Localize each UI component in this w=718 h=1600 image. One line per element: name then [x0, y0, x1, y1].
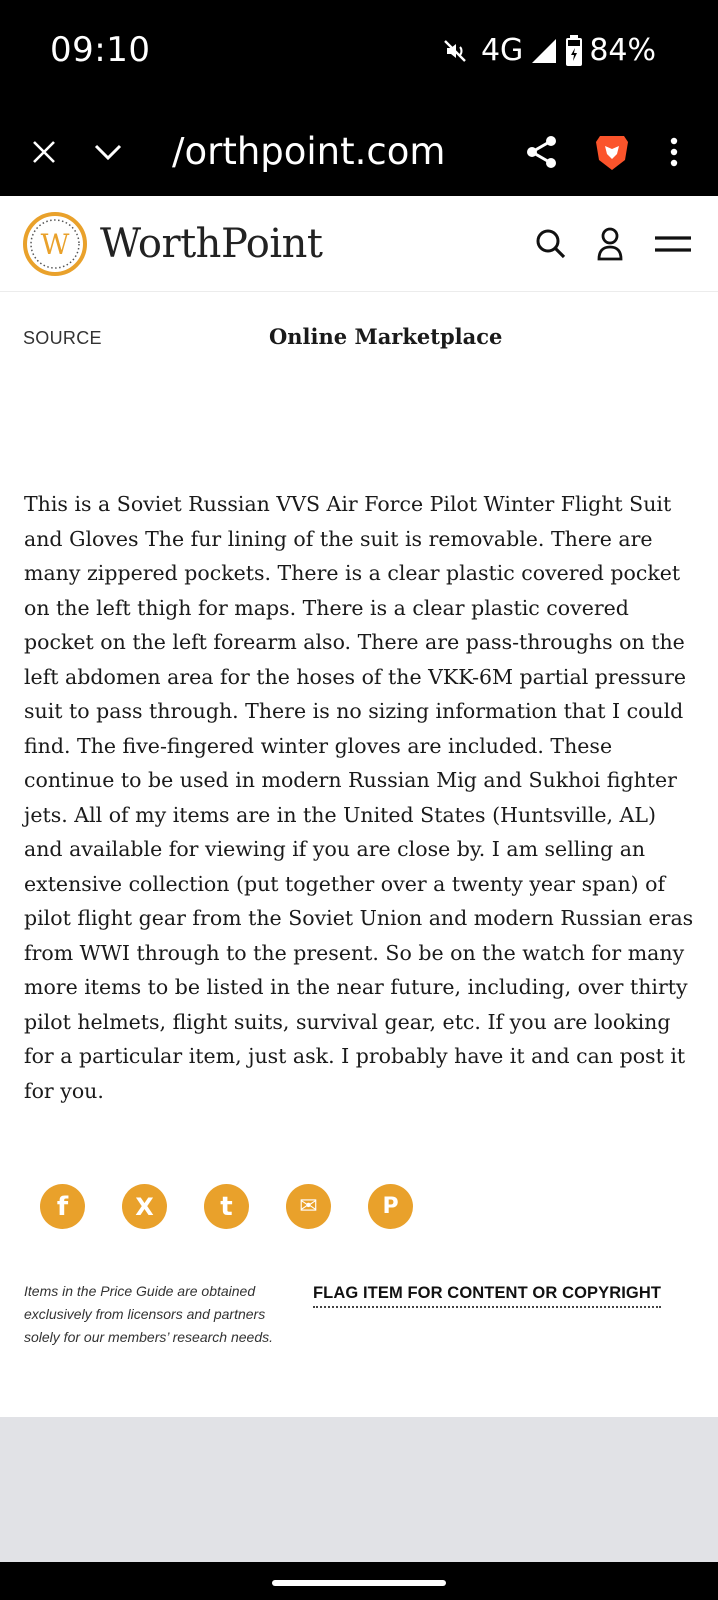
x-twitter-icon: X: [135, 1192, 154, 1221]
pinterest-share-button[interactable]: P: [368, 1184, 413, 1229]
share-icon[interactable]: [518, 128, 566, 176]
facebook-icon: f: [56, 1191, 69, 1222]
user-icon[interactable]: [588, 222, 632, 266]
email-icon: ✉: [299, 1194, 318, 1219]
signal-icon: [529, 36, 559, 66]
price-guide-disclaimer: Items in the Price Guide are obtained ex…: [24, 1283, 273, 1345]
battery-icon: [565, 34, 583, 67]
battery-level: 84%: [589, 33, 656, 68]
network-type: 4G: [480, 33, 524, 68]
page-footer-area: [0, 1417, 718, 1562]
menu-icon[interactable]: [651, 222, 695, 266]
tumblr-share-button[interactable]: t: [204, 1184, 249, 1229]
close-icon[interactable]: [20, 128, 68, 176]
status-bar: 09:10 4G 84%: [0, 0, 718, 108]
tumblr-icon: t: [220, 1191, 233, 1222]
home-gesture-handle[interactable]: [272, 1580, 446, 1586]
source-label: SOURCE: [23, 328, 102, 348]
item-description: This is a Soviet Russian VVS Air Force P…: [24, 492, 694, 1103]
status-indicators: 4G 84%: [441, 33, 656, 68]
search-icon[interactable]: [529, 222, 573, 266]
pinterest-icon: P: [382, 1194, 399, 1219]
url-bar[interactable]: ∕orthpoint.com: [172, 130, 445, 173]
facebook-share-button[interactable]: f: [40, 1184, 85, 1229]
source-value: Online Marketplace: [269, 324, 503, 349]
worthpoint-logo[interactable]: W WorthPoint: [22, 211, 323, 277]
logo-emblem-icon: W: [23, 212, 87, 276]
social-share-bar: f X t ✉ P: [40, 1184, 413, 1229]
brave-icon[interactable]: [588, 128, 636, 176]
browser-toolbar: ∕orthpoint.com: [0, 108, 718, 196]
status-time: 09:10: [50, 30, 151, 70]
email-share-button[interactable]: ✉: [286, 1184, 331, 1229]
mute-icon: [441, 37, 469, 65]
logo-letter: W: [41, 228, 70, 261]
site-header: W WorthPoint: [0, 196, 718, 292]
system-nav-bar: [0, 1562, 718, 1600]
chevron-down-icon[interactable]: [84, 128, 132, 176]
logo-text: WorthPoint: [100, 221, 323, 267]
flag-item-link[interactable]: FLAG ITEM FOR CONTENT OR COPYRIGHT: [313, 1284, 662, 1308]
x-share-button[interactable]: X: [122, 1184, 167, 1229]
item-detail-page: SOURCE Online Marketplace This is a Sovi…: [0, 292, 718, 1417]
more-vert-icon[interactable]: [650, 128, 698, 176]
